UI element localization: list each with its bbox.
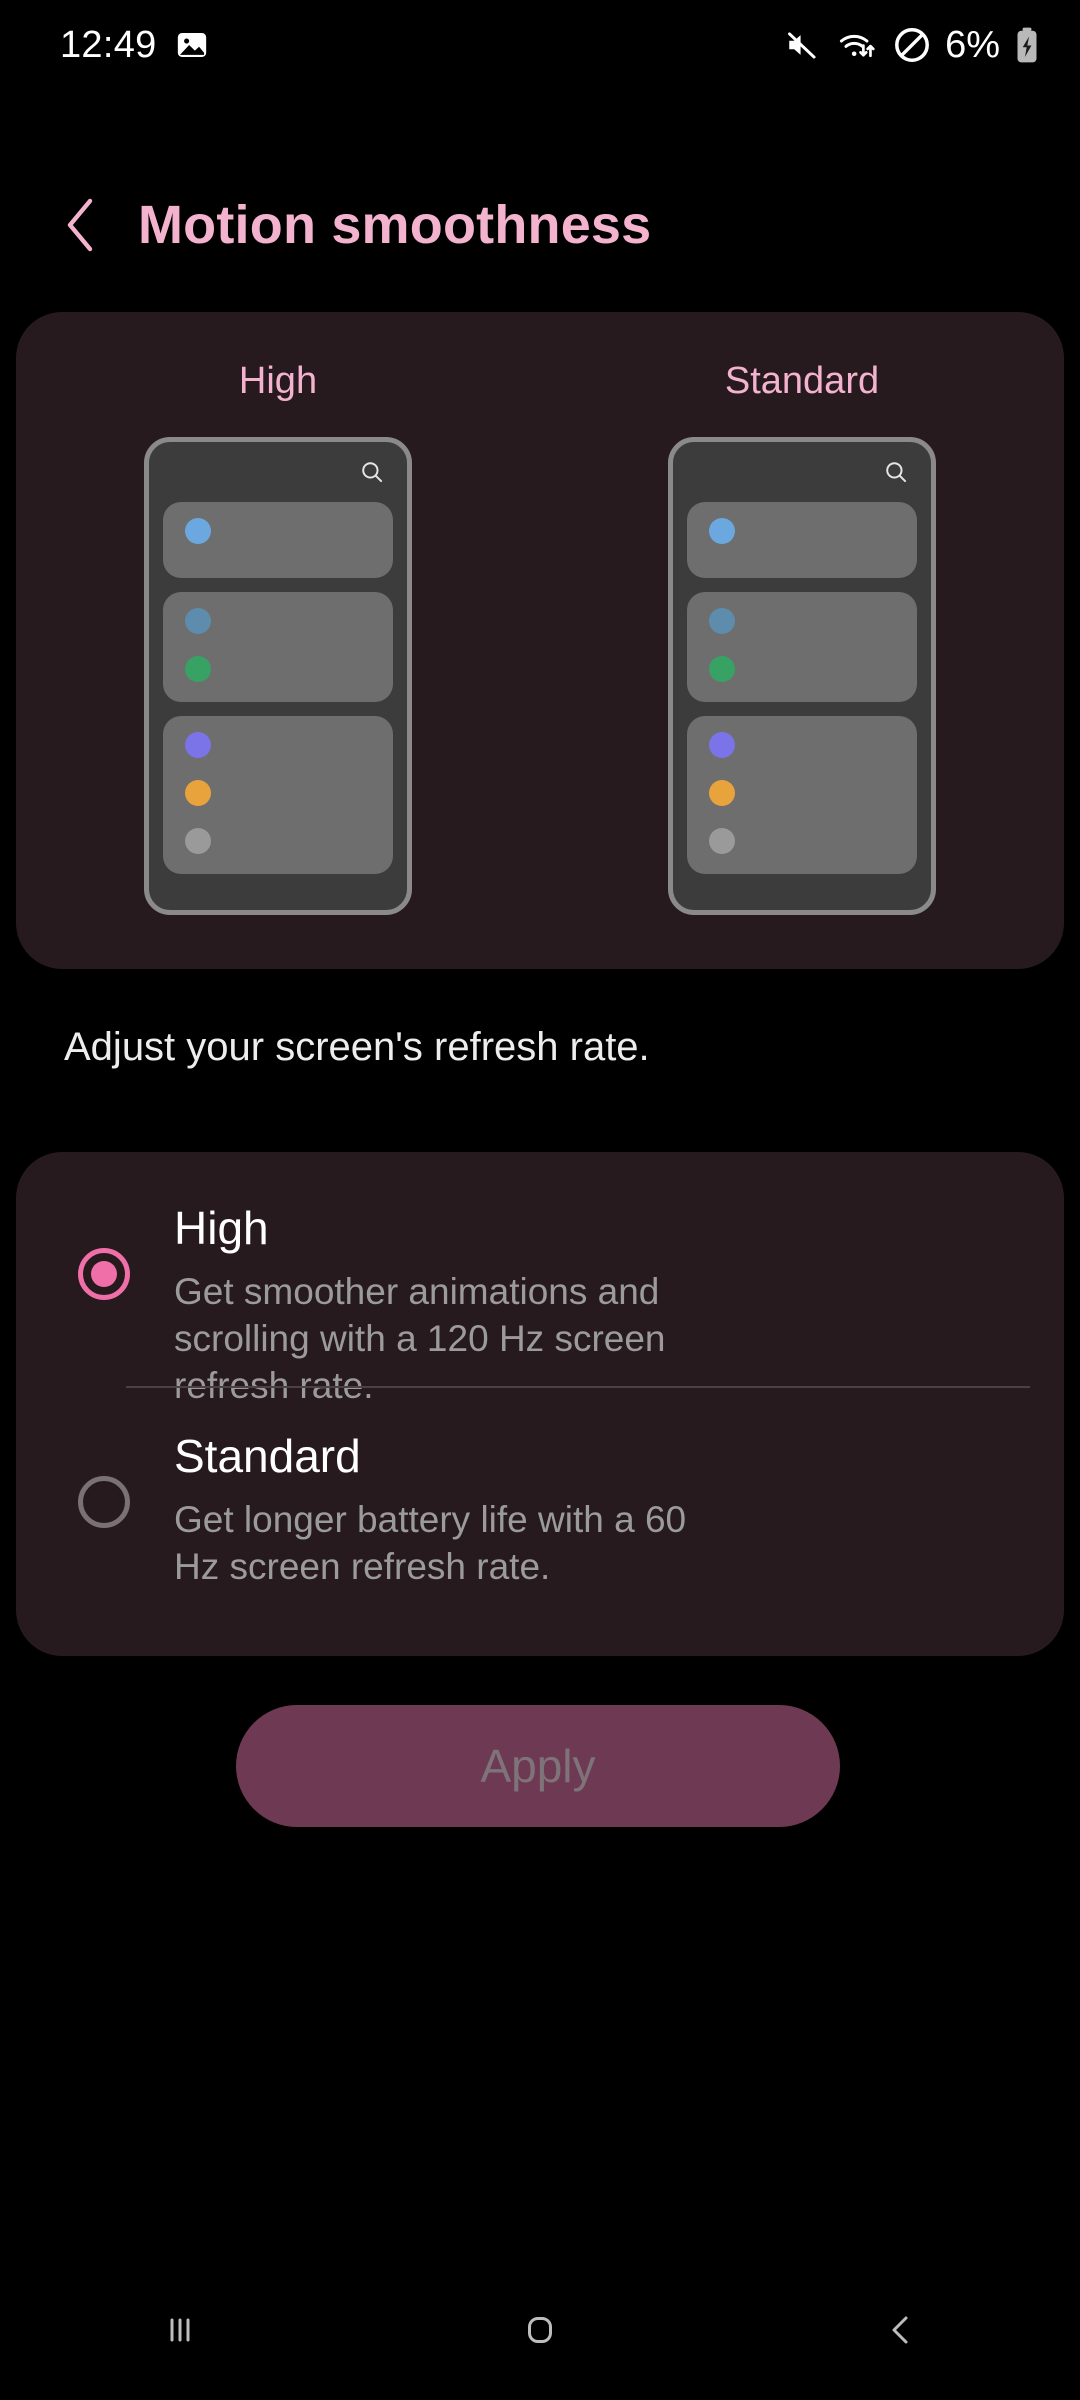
apply-button[interactable]: Apply (236, 1705, 840, 1827)
row-dot (709, 656, 735, 682)
radio-wrap-standard[interactable] (66, 1476, 142, 1528)
row-dot (709, 828, 735, 854)
navigation-bar (0, 2260, 1080, 2400)
status-bar: 12:49 6% (0, 0, 1080, 90)
status-bar-right: 6% (783, 24, 1040, 67)
options-card: High Get smoother animations and scrolli… (16, 1152, 1064, 1656)
back-button[interactable] (810, 2260, 990, 2400)
search-icon (362, 462, 383, 483)
option-title-standard: Standard (174, 1430, 361, 1482)
option-text-standard: Standard Get longer battery life with a … (142, 1428, 734, 1590)
radio-button-high[interactable] (78, 1248, 130, 1300)
row-dot (709, 780, 735, 806)
page-title: Motion smoothness (138, 195, 652, 255)
image-icon (177, 32, 206, 58)
phone-row (687, 716, 917, 874)
home-button[interactable] (450, 2260, 630, 2400)
option-divider (126, 1386, 1030, 1388)
wifi-transfer-icon (840, 34, 875, 58)
phone-topbar (673, 442, 931, 502)
home-icon (528, 2317, 552, 2343)
phone-rows (673, 502, 931, 874)
phone-row (163, 502, 393, 578)
recents-button[interactable] (90, 2260, 270, 2400)
phone-mockup-high (144, 437, 412, 915)
option-subtitle-standard: Get longer battery life with a 60 Hz scr… (174, 1498, 687, 1587)
preview-column-high[interactable]: High (16, 312, 540, 969)
status-bar-left: 12:49 (60, 24, 209, 67)
row-dot (185, 656, 211, 682)
app-header: Motion smoothness (0, 170, 1080, 280)
volume-mute-icon (788, 32, 816, 59)
row-dot (185, 780, 211, 806)
option-text-high: High Get smoother animations and scrolli… (142, 1200, 734, 1410)
option-row-high[interactable]: High Get smoother animations and scrolli… (16, 1152, 1064, 1406)
row-dot (185, 608, 211, 634)
section-description: Adjust your screen's refresh rate. (64, 1025, 650, 1069)
row-dot (185, 828, 211, 854)
battery-charging-icon (1017, 27, 1037, 63)
recents-icon (170, 2318, 190, 2342)
row-dot (709, 732, 735, 758)
preview-label-standard: Standard (724, 360, 880, 402)
preview-column-standard[interactable]: Standard (540, 312, 1064, 969)
option-title-high: High (174, 1202, 269, 1254)
back-icon (892, 2316, 908, 2344)
option-row-standard[interactable]: Standard Get longer battery life with a … (16, 1386, 1064, 1616)
battery-percent: 6% (945, 23, 1000, 66)
search-icon (886, 462, 907, 483)
row-dot (709, 608, 735, 634)
row-dot (185, 518, 211, 544)
phone-screen: 12:49 6% Motion smoothness High Standard… (0, 0, 1080, 2400)
row-dot (185, 732, 211, 758)
preview-label-high: High (238, 360, 318, 402)
phone-row (163, 716, 393, 874)
phone-row (163, 592, 393, 702)
row-dot (709, 518, 735, 544)
radio-button-standard[interactable] (78, 1476, 130, 1528)
phone-row (687, 592, 917, 702)
do-not-disturb-icon (895, 28, 930, 62)
status-time: 12:49 (60, 23, 157, 66)
phone-topbar (149, 442, 407, 502)
preview-card: High Standard (16, 312, 1064, 969)
back-chevron-icon[interactable] (62, 197, 98, 253)
radio-wrap-high[interactable] (66, 1248, 142, 1300)
phone-rows (149, 502, 407, 874)
phone-mockup-standard (668, 437, 936, 915)
phone-row (687, 502, 917, 578)
